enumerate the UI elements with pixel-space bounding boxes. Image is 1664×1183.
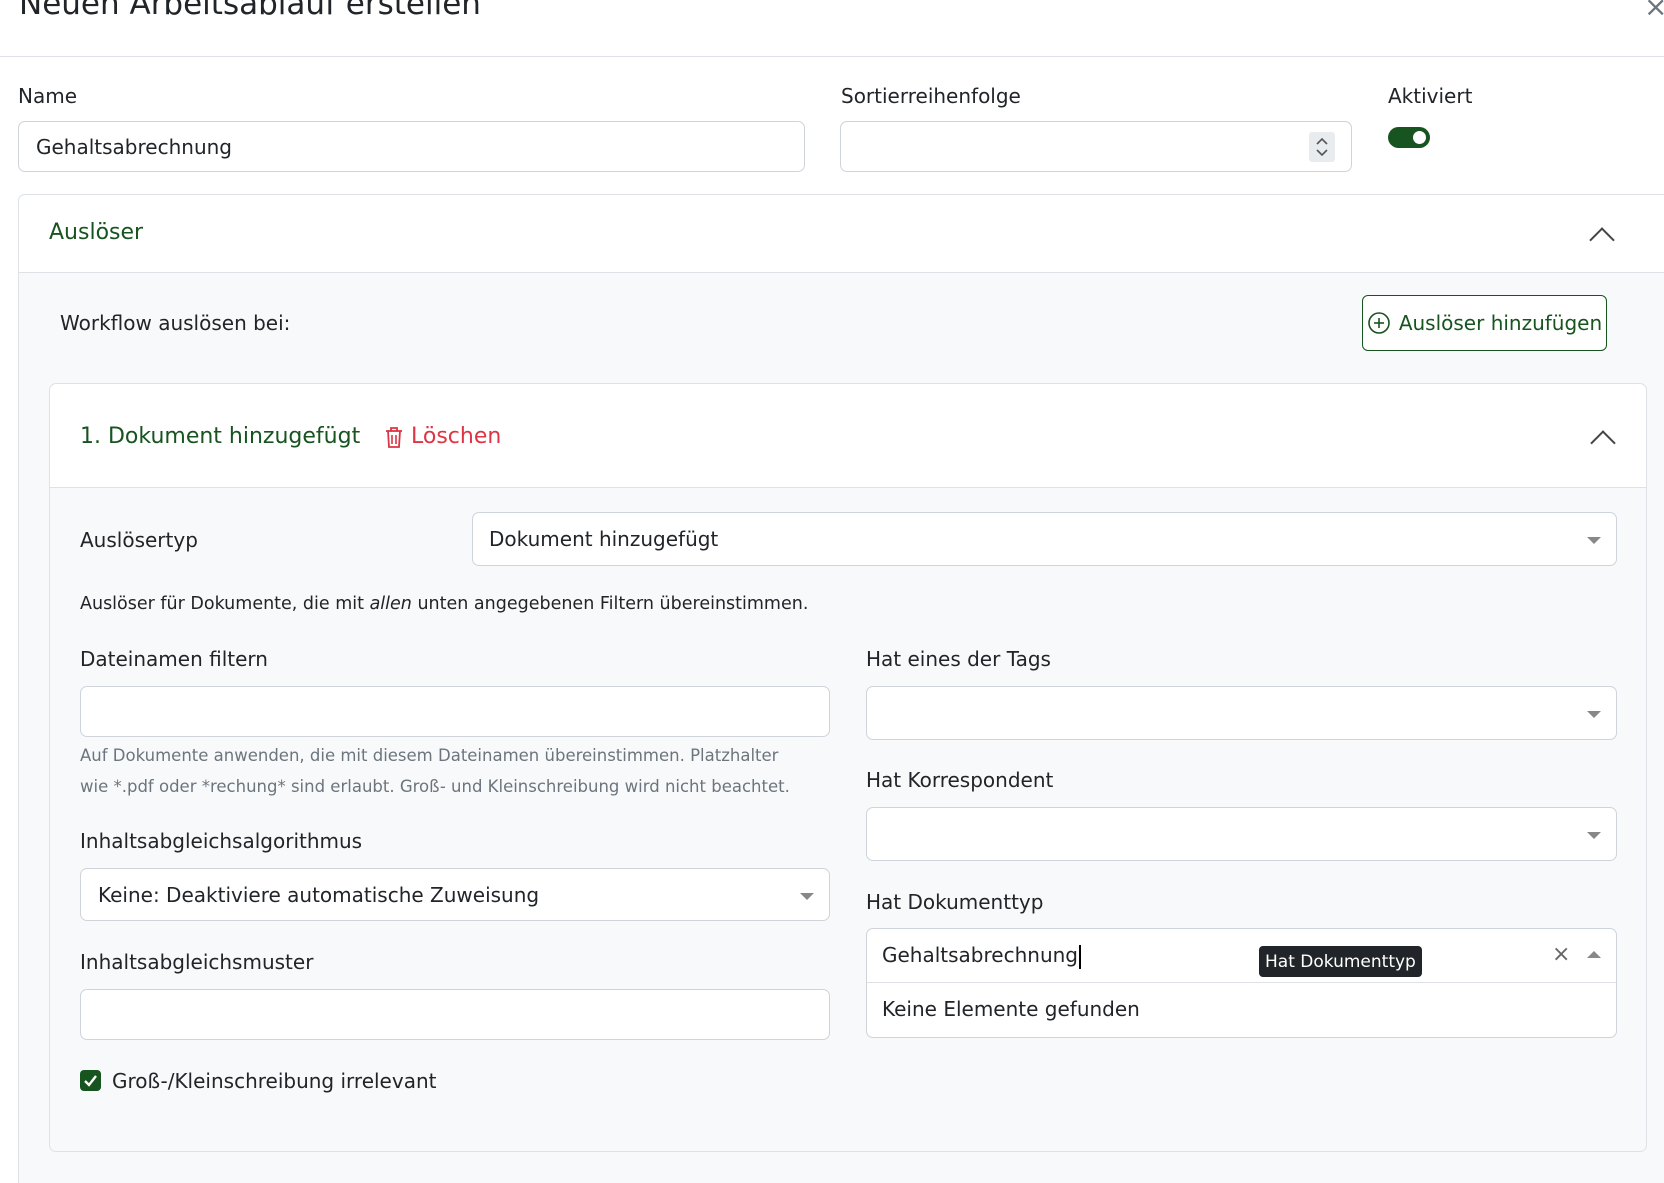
delete-trigger-label: Löschen: [411, 424, 502, 449]
filename-filter-hint: Auf Dokumente anwenden, die mit diesem D…: [80, 746, 790, 796]
sort-order-label: Sortierreihenfolge: [841, 84, 1021, 108]
toggle-knob: [1413, 131, 1426, 144]
plus-circle-icon: [1368, 312, 1390, 334]
dropdown-empty-message: Keine Elemente gefunden: [882, 997, 1140, 1021]
filename-filter-label: Dateinamen filtern: [80, 647, 268, 671]
tags-label: Hat eines der Tags: [866, 647, 1051, 671]
trigger-type-value: Dokument hinzugefügt: [489, 527, 719, 551]
triggers-card-header[interactable]: Auslöser: [19, 195, 1664, 273]
workflow-modal: Neuen Arbeitsablauf erstellen × Name Geh…: [0, 0, 1664, 1183]
document-type-search-input[interactable]: Gehaltsabrechnung: [882, 943, 1081, 969]
enabled-toggle[interactable]: [1388, 127, 1430, 148]
tags-select[interactable]: [866, 686, 1617, 740]
text-cursor: [1079, 944, 1081, 969]
trigger-card-header[interactable]: 1. Dokument hinzugefügt Löschen: [50, 384, 1646, 488]
matching-algorithm-value: Keine: Deaktiviere automatische Zuweisun…: [98, 882, 540, 907]
name-input[interactable]: Gehaltsabrechnung: [18, 121, 805, 172]
clear-icon[interactable]: ×: [1552, 942, 1570, 967]
document-type-tooltip: Hat Dokumenttyp: [1259, 946, 1422, 977]
check-icon: [84, 1075, 97, 1087]
sort-order-input[interactable]: [840, 121, 1352, 172]
delete-trigger-button[interactable]: Löschen: [383, 424, 501, 449]
caret-down-icon: [1587, 537, 1601, 544]
caret-up-icon[interactable]: [1587, 950, 1601, 958]
trigger-intro: Workflow auslösen bei:: [60, 311, 291, 335]
modal-header: Neuen Arbeitsablauf erstellen ×: [0, 0, 1664, 57]
name-input-value: Gehaltsabrechnung: [36, 134, 232, 159]
caret-down-icon: [1587, 832, 1601, 839]
add-trigger-label: Auslöser hinzufügen: [1398, 311, 1603, 335]
chevron-up-icon[interactable]: [1589, 227, 1615, 253]
triggers-section-title: Auslöser: [49, 220, 144, 245]
case-insensitive-label[interactable]: Groß-/Kleinschreibung irrelevant: [112, 1068, 436, 1094]
caret-down-icon: [800, 892, 814, 900]
document-type-label: Hat Dokumenttyp: [866, 890, 1044, 914]
trigger-title: 1. Dokument hinzugefügt: [80, 424, 361, 449]
trigger-description: Auslöser für Dokumente, die mit allen un…: [80, 594, 809, 614]
add-trigger-button[interactable]: Auslöser hinzufügen: [1362, 295, 1607, 351]
correspondent-select[interactable]: [866, 807, 1617, 861]
modal-title: Neuen Arbeitsablauf erstellen: [19, 0, 481, 22]
filename-filter-input[interactable]: [80, 686, 830, 737]
document-type-search-row[interactable]: Gehaltsabrechnung Hat Dokumenttyp ×: [867, 929, 1616, 983]
close-icon[interactable]: ×: [1644, 0, 1664, 23]
matching-algorithm-label: Inhaltsabgleichsalgorithmus: [80, 829, 363, 853]
chevron-up-icon[interactable]: [1590, 430, 1616, 456]
trigger-type-select[interactable]: Dokument hinzugefügt: [472, 512, 1617, 566]
enabled-label: Aktiviert: [1388, 84, 1473, 108]
case-insensitive-checkbox[interactable]: [80, 1070, 101, 1091]
matching-pattern-label: Inhaltsabgleichsmuster: [80, 950, 314, 974]
name-label: Name: [18, 84, 78, 108]
number-spinner-icon[interactable]: [1309, 132, 1335, 162]
trigger-type-label: Auslösertyp: [80, 528, 198, 552]
matching-algorithm-select[interactable]: Keine: Deaktiviere automatische Zuweisun…: [80, 868, 830, 921]
trash-icon: [386, 426, 402, 448]
caret-down-icon: [1587, 711, 1601, 718]
matching-pattern-input[interactable]: [80, 989, 830, 1040]
correspondent-label: Hat Korrespondent: [866, 768, 1054, 792]
document-type-select[interactable]: Gehaltsabrechnung Hat Dokumenttyp × Kein…: [866, 928, 1617, 1038]
